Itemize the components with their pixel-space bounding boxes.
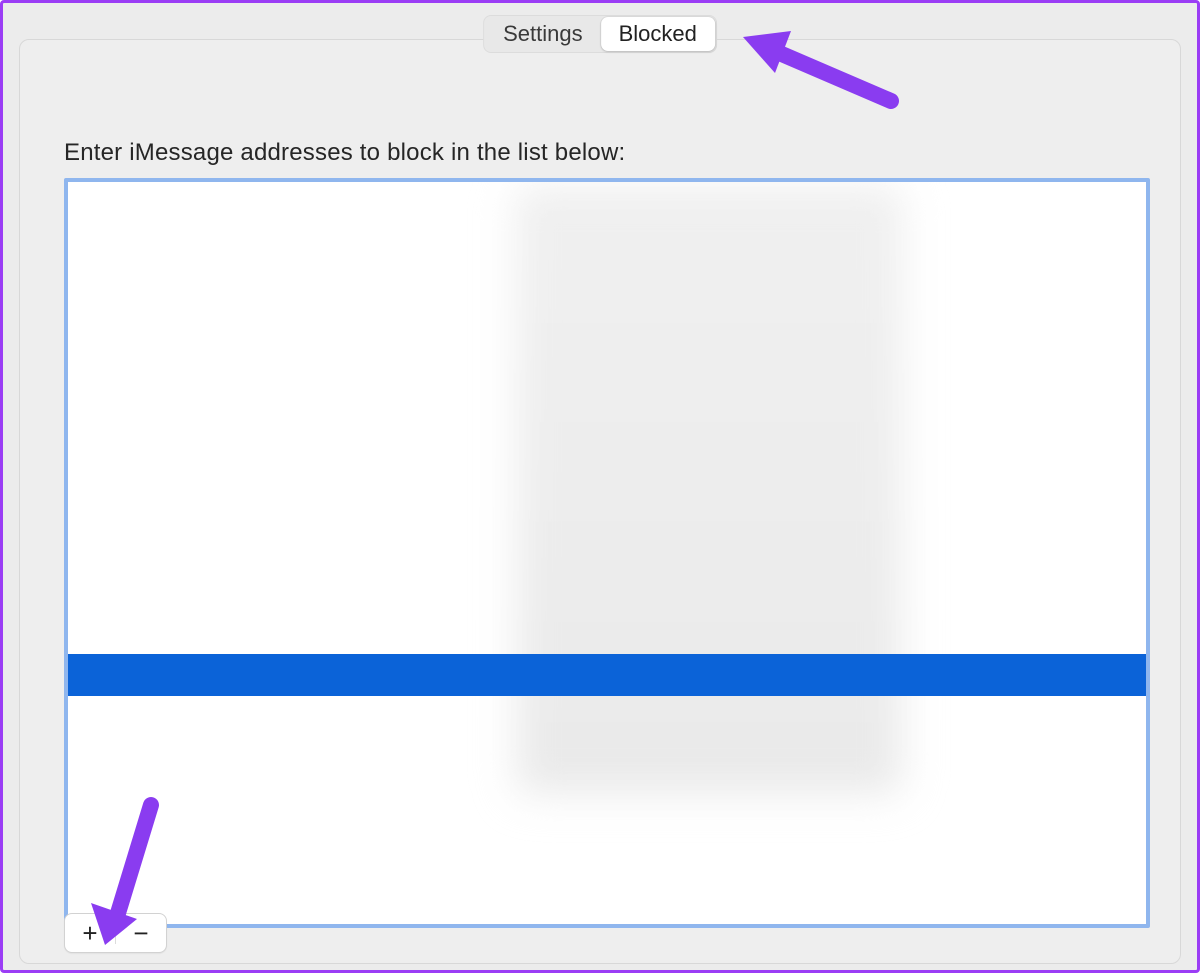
add-button[interactable]: +: [65, 914, 115, 952]
instruction-label: Enter iMessage addresses to block in the…: [64, 139, 625, 167]
tab-settings[interactable]: Settings: [485, 17, 601, 51]
add-remove-control: + −: [64, 913, 167, 953]
selected-list-row[interactable]: [68, 654, 1146, 696]
preferences-panel: Enter iMessage addresses to block in the…: [19, 39, 1181, 964]
window-frame: Settings Blocked Enter iMessage addresse…: [0, 0, 1200, 973]
tab-blocked[interactable]: Blocked: [601, 17, 715, 51]
remove-button[interactable]: −: [116, 914, 166, 952]
minus-icon: −: [133, 920, 148, 946]
plus-icon: +: [82, 920, 97, 946]
tabs-segmented-control: Settings Blocked: [483, 15, 717, 53]
redacted-content: [520, 190, 898, 790]
blocked-list[interactable]: [64, 178, 1150, 928]
